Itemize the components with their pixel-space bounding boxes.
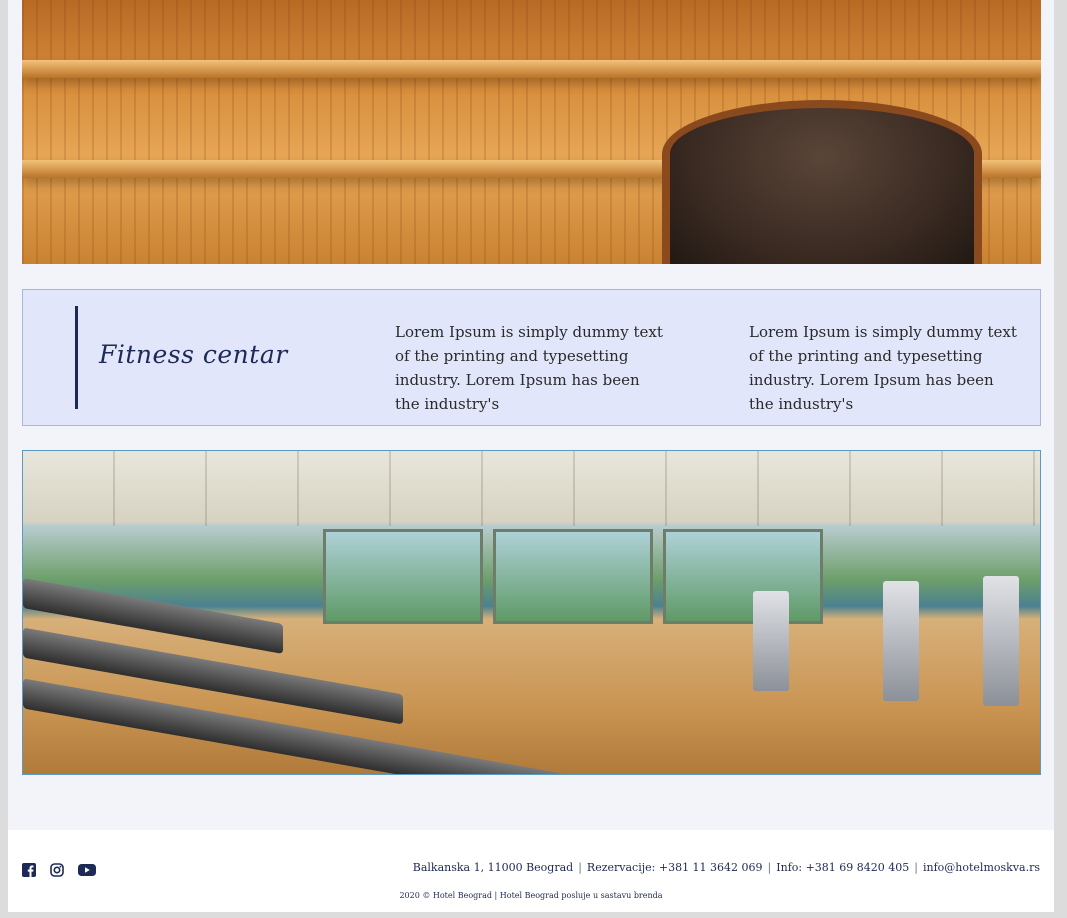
copyright: 2020 © Hotel Beograd | Hotel Beograd pos…	[399, 891, 663, 900]
separator: |	[767, 861, 772, 874]
title-divider	[75, 306, 78, 409]
gym-window	[493, 529, 653, 624]
gym-window	[663, 529, 823, 624]
info-phone[interactable]: Info: +381 69 8420 405	[776, 861, 909, 874]
address-text: Balkanska 1, 11000 Beograd	[412, 861, 574, 874]
page: Fitness centar Lorem Ipsum is simply dum…	[8, 0, 1054, 912]
contact-info: Balkanska 1, 11000 Beograd | Rezervacije: …	[413, 861, 1040, 874]
fitness-text-2: Lorem Ipsum is simply dummy text of the …	[749, 323, 1017, 413]
reservations-phone[interactable]: Rezervacije: +381 11 3642 069	[587, 861, 763, 874]
sauna-bench	[22, 60, 1041, 78]
youtube-icon[interactable]	[78, 862, 96, 876]
gym-machine	[753, 591, 789, 691]
email-link[interactable]: info@hotelmoskva.rs	[923, 861, 1040, 874]
gym-machine	[883, 581, 919, 701]
social-links	[22, 862, 96, 877]
gym-image	[22, 450, 1041, 775]
gym-window	[323, 529, 483, 624]
facebook-icon[interactable]	[22, 862, 36, 877]
separator: |	[914, 861, 918, 874]
gym-ceiling	[23, 451, 1040, 526]
sauna-image	[22, 0, 1041, 264]
fitness-text-1: Lorem Ipsum is simply dummy text of the …	[395, 323, 663, 413]
sauna-heater	[662, 100, 982, 264]
fitness-section: Fitness centar Lorem Ipsum is simply dum…	[22, 289, 1041, 426]
instagram-icon[interactable]	[50, 862, 64, 877]
footer: Balkanska 1, 11000 Beograd | Rezervacije: …	[8, 830, 1054, 912]
separator: |	[578, 861, 582, 874]
fitness-title: Fitness centar	[99, 340, 288, 369]
gym-machine	[983, 576, 1019, 706]
